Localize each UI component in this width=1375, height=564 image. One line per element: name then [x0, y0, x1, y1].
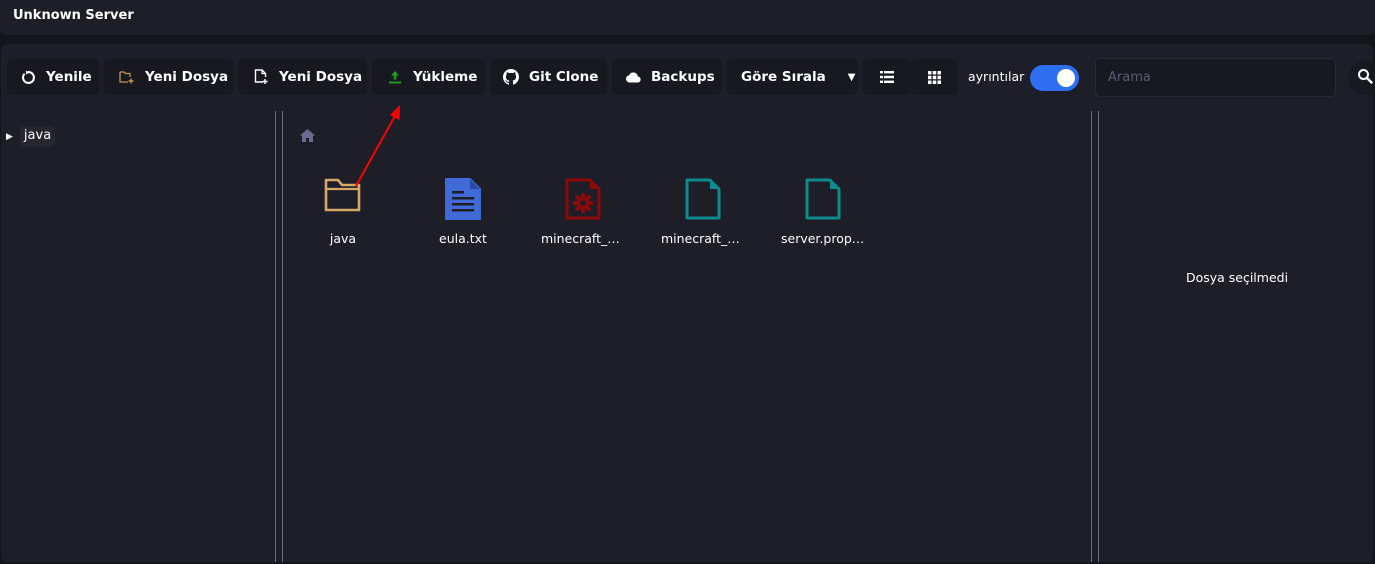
file-item-eula[interactable]: eula.txt [413, 177, 513, 246]
refresh-button[interactable]: Yenile [7, 59, 99, 95]
file-name: minecraft_s... [661, 231, 746, 246]
no-file-selected-text: Dosya seçilmedi [1185, 270, 1289, 285]
config-file-icon [533, 177, 633, 220]
file-name: eula.txt [439, 231, 487, 246]
file-icon [773, 177, 873, 220]
git-clone-label: Git Clone [529, 69, 599, 85]
search-icon [1357, 68, 1373, 88]
github-icon [503, 69, 519, 85]
cloud-icon [625, 69, 641, 85]
toggle-knob [1057, 69, 1075, 87]
new-file-label: Yeni Dosya [279, 69, 363, 85]
upload-button[interactable]: Yükleme [372, 59, 485, 95]
details-toggle-label: ayrıntılar [968, 69, 1025, 84]
file-item-server-properties[interactable]: server.prope... [773, 177, 873, 246]
upload-label: Yükleme [413, 69, 478, 85]
sort-dropdown[interactable]: Göre Sırala ▼ [727, 59, 858, 95]
file-manager-panel: Yenile Yeni Dosya Yeni Dosya Yükleme Git… [1, 44, 1375, 562]
new-file-button[interactable]: Yeni Dosya [238, 59, 367, 95]
search-input[interactable] [1095, 58, 1336, 97]
file-item-java-folder[interactable]: java [293, 177, 393, 246]
list-view-icon [880, 71, 894, 83]
file-plus-icon [253, 69, 269, 85]
refresh-label: Yenile [46, 69, 92, 85]
tree-item-label: java [19, 126, 56, 147]
file-name: minecraft_s... [541, 231, 626, 246]
server-title: Unknown Server [13, 8, 134, 23]
sidebar-divider-inner [282, 111, 283, 562]
list-view-button[interactable] [863, 59, 911, 95]
expand-arrow-icon[interactable]: ▶ [6, 132, 13, 142]
backups-button[interactable]: Backups [612, 59, 722, 95]
git-clone-button[interactable]: Git Clone [490, 59, 607, 95]
grid-view-button[interactable] [911, 59, 958, 95]
details-divider-inner [1098, 111, 1099, 562]
grid-view-icon [928, 70, 941, 84]
search-button[interactable] [1348, 61, 1375, 95]
tree-item-java[interactable]: ▶ java [6, 126, 56, 147]
details-divider[interactable] [1091, 111, 1092, 562]
new-folder-button[interactable]: Yeni Dosya [104, 59, 233, 95]
file-name: java [329, 231, 357, 246]
file-item-minecraft-file[interactable]: minecraft_s... [653, 177, 753, 246]
folder-tree: ▶ java [6, 126, 56, 147]
home-icon[interactable] [300, 127, 315, 146]
file-icon [653, 177, 753, 220]
file-name: server.prope... [781, 231, 872, 246]
folder-plus-icon [119, 69, 135, 85]
new-folder-label: Yeni Dosya [145, 69, 229, 85]
title-bar: Unknown Server [0, 0, 1375, 35]
backups-label: Backups [651, 69, 715, 85]
details-toggle[interactable] [1030, 65, 1079, 91]
text-file-icon [413, 177, 513, 220]
folder-icon [293, 177, 393, 219]
upload-icon [387, 69, 403, 85]
caret-down-icon: ▼ [847, 71, 856, 83]
file-item-minecraft-config[interactable]: minecraft_s... [533, 177, 633, 246]
sort-label: Göre Sırala [741, 69, 826, 85]
refresh-icon [20, 69, 36, 85]
sidebar-divider[interactable] [275, 111, 276, 562]
